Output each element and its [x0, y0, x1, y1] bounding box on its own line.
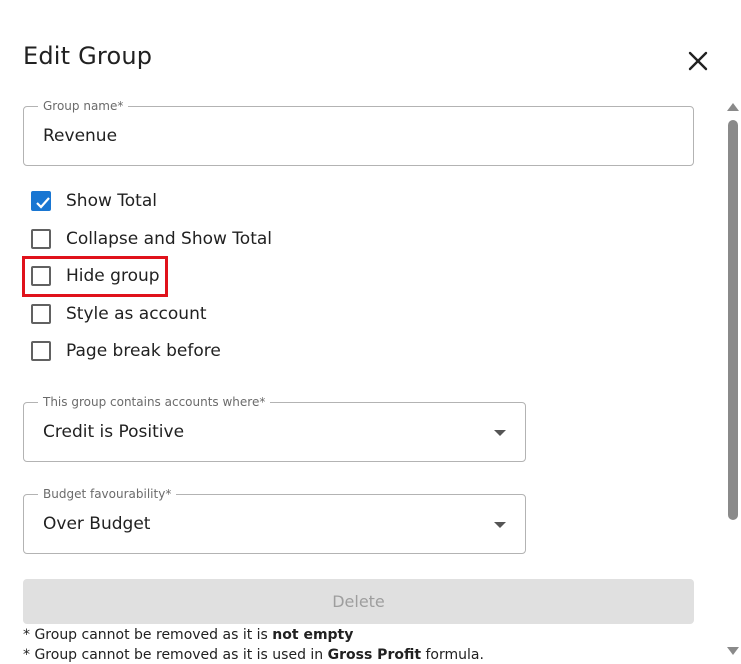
group-name-label: Group name* — [38, 98, 129, 114]
scroll-up-arrow-icon[interactable] — [727, 103, 739, 111]
checkbox-unchecked-icon[interactable] — [31, 304, 51, 324]
dropdown-arrow-icon[interactable] — [494, 430, 506, 436]
budget-favourability-select[interactable]: Budget favourability* Over Budget — [23, 486, 526, 554]
accounts-condition-select[interactable]: This group contains accounts where* Cred… — [23, 394, 526, 462]
note-not-empty: * Group cannot be removed as it is not e… — [23, 626, 353, 644]
budget-favourability-label: Budget favourability* — [38, 486, 177, 502]
checkbox-style-as-account[interactable]: Style as account — [31, 302, 207, 326]
close-button[interactable] — [684, 47, 712, 75]
close-icon — [688, 51, 708, 71]
note-bold: Gross Profit — [327, 647, 422, 663]
scrollbar-thumb[interactable] — [728, 120, 738, 520]
scrollbar[interactable] — [724, 99, 741, 662]
note-used-in-formula: * Group cannot be removed as it is used … — [23, 646, 484, 664]
checkbox-label: Page break before — [66, 341, 221, 361]
checkbox-label: Style as account — [66, 304, 207, 324]
checkbox-unchecked-icon[interactable] — [31, 229, 51, 249]
note-text: * Group cannot be removed as it is used … — [23, 647, 328, 663]
group-name-value[interactable]: Revenue — [43, 125, 117, 147]
note-text: * Group cannot be removed as it is — [23, 627, 273, 643]
accounts-condition-label: This group contains accounts where* — [38, 394, 271, 410]
note-text: formula. — [421, 647, 484, 663]
budget-favourability-value: Over Budget — [43, 514, 151, 534]
checkbox-page-break-before[interactable]: Page break before — [31, 339, 221, 363]
checkbox-show-total[interactable]: Show Total — [31, 189, 157, 213]
checkbox-label: Collapse and Show Total — [66, 229, 273, 249]
accounts-condition-value: Credit is Positive — [43, 422, 185, 442]
checkbox-collapse-show-total[interactable]: Collapse and Show Total — [31, 227, 272, 251]
checkbox-checked-icon[interactable] — [31, 191, 51, 211]
group-name-field[interactable]: Group name* Revenue — [23, 98, 694, 166]
note-bold: not empty — [272, 627, 354, 643]
highlight-box — [22, 256, 168, 297]
dropdown-arrow-icon[interactable] — [494, 522, 506, 528]
dialog-title: Edit Group — [23, 42, 153, 70]
delete-button[interactable]: Delete — [23, 579, 694, 624]
scroll-down-arrow-icon[interactable] — [727, 647, 739, 655]
checkbox-label: Show Total — [66, 191, 157, 211]
checkbox-unchecked-icon[interactable] — [31, 341, 51, 361]
